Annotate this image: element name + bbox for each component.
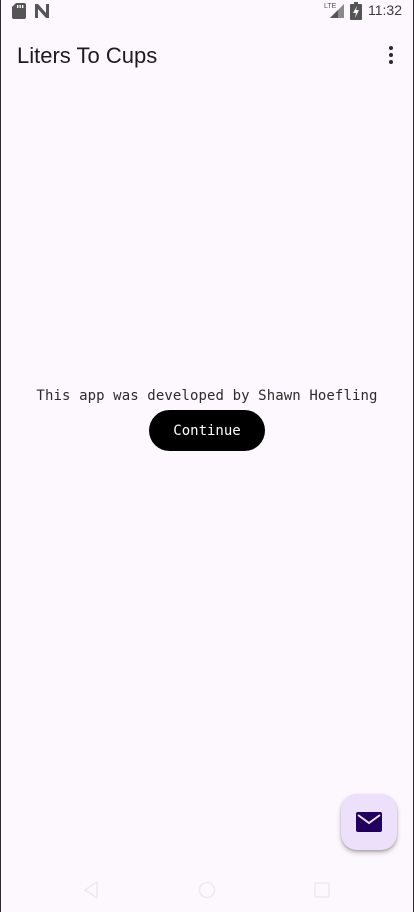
email-icon [356,812,382,832]
sd-card-icon [12,3,26,19]
home-icon[interactable] [198,881,216,899]
status-time: 11:32 [368,2,402,18]
more-vert-icon[interactable] [376,40,406,70]
back-icon[interactable] [83,881,99,899]
app-bar: Liters To Cups [0,24,414,88]
lte-signal-icon: LTE [324,3,344,18]
n-logo-icon [35,4,49,18]
recents-icon[interactable] [314,882,330,898]
app-title: Liters To Cups [17,43,158,68]
status-bar: LTE 11:32 [0,0,414,22]
svg-text:LTE: LTE [324,3,337,10]
screen-border-left [0,0,1,912]
continue-button-label: Continue [173,422,241,439]
continue-button[interactable]: Continue [149,410,265,451]
credit-text: This app was developed by Shawn Hoefling [36,388,378,404]
email-fab-button[interactable] [341,794,397,850]
battery-icon [350,2,362,20]
